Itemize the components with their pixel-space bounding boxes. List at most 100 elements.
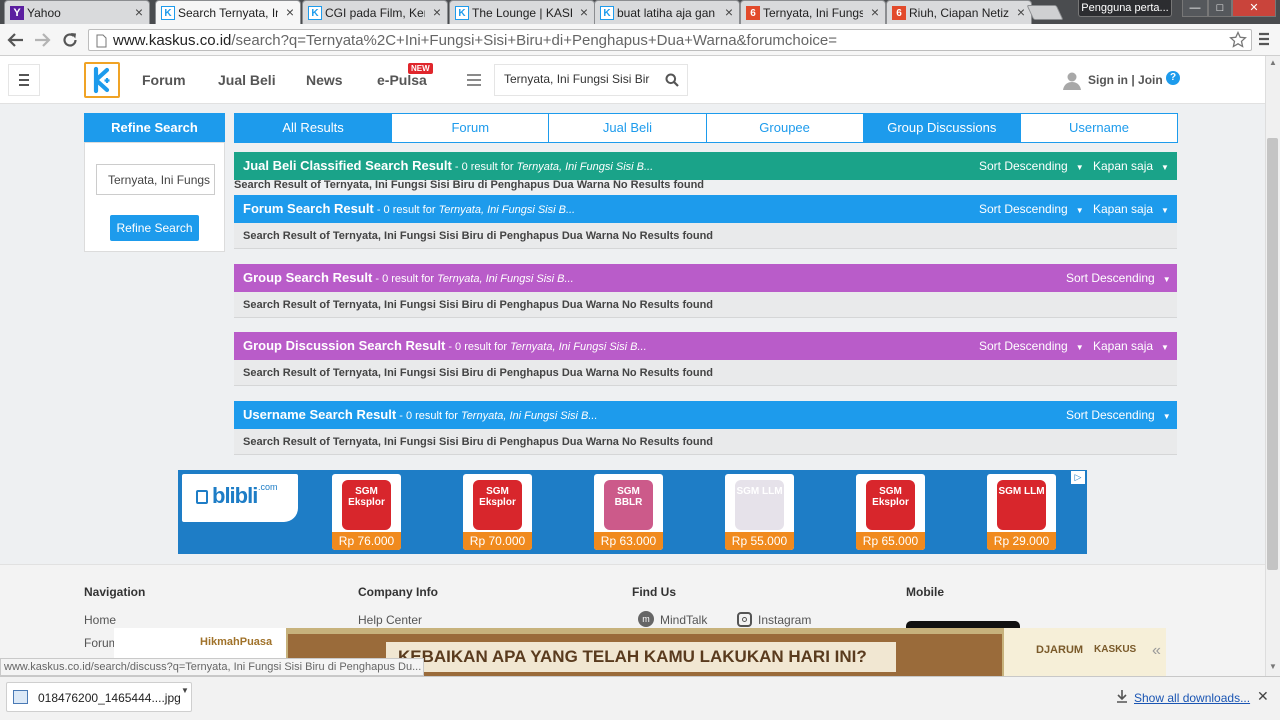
tab-close-icon[interactable]: × (580, 5, 588, 19)
bookmark-star-icon[interactable] (1229, 31, 1247, 49)
footer-home-link[interactable]: Home (84, 613, 116, 627)
section-query: Ternyata, Ini Fungsi Sisi B... (516, 161, 654, 173)
download-file-name: 018476200_1465444....jpg (38, 691, 181, 705)
footer-instagram-link[interactable]: Instagram (758, 613, 811, 627)
new-tab-button[interactable] (1026, 5, 1064, 20)
sort-dropdown[interactable]: Sort Descending ▼ (1066, 401, 1171, 431)
refine-search-input[interactable] (96, 164, 215, 195)
refine-search-title: Refine Search (84, 113, 225, 142)
close-downloads-icon[interactable]: ✕ (1257, 688, 1269, 705)
image-file-icon (13, 690, 28, 704)
forward-icon[interactable] (32, 31, 52, 49)
download-menu-chevron-icon[interactable]: ▼ (181, 686, 189, 695)
ad-info-icon[interactable]: ▷ (1071, 471, 1085, 484)
maximize-button[interactable]: □ (1208, 0, 1232, 17)
show-all-downloads-link[interactable]: Show all downloads... (1134, 691, 1250, 705)
tab-close-icon[interactable]: × (286, 5, 294, 19)
reload-icon[interactable] (60, 30, 80, 50)
chevron-down-icon: ▼ (1075, 343, 1084, 352)
site-search-box (494, 64, 688, 96)
site-search-input[interactable] (504, 72, 654, 86)
section-result-count: - 0 result for (445, 341, 511, 353)
sort-dropdown[interactable]: Sort Descending ▼ (1066, 264, 1171, 294)
back-icon[interactable] (6, 31, 26, 49)
kaskus-logo[interactable] (84, 62, 120, 98)
url-path: /search?q=Ternyata%2C+Ini+Fungsi+Sisi+Bi… (231, 32, 838, 49)
tab-close-icon[interactable]: × (1017, 5, 1025, 19)
section-query: Ternyata, Ini Fungsi Sisi B... (438, 204, 576, 216)
help-icon[interactable]: ? (1166, 71, 1180, 85)
browser-tab[interactable]: 6 Riuh, Ciapan Netiz × (886, 0, 1032, 24)
category-menu-icon[interactable] (456, 64, 494, 96)
nav-forum[interactable]: Forum (142, 72, 186, 88)
product-name: SGM LLM (736, 486, 783, 497)
scroll-up-arrow-icon[interactable]: ▲ (1269, 58, 1277, 67)
yahoo-icon: Y (10, 6, 24, 20)
browser-tab[interactable]: K CGI pada Film, Ken × (302, 0, 448, 24)
chevron-down-icon: ▼ (1161, 343, 1169, 352)
ad-product-card[interactable]: SGM Eksplor Rp 70.000 (463, 474, 532, 550)
result-tab[interactable]: All Results (234, 113, 393, 143)
close-window-button[interactable]: ✕ (1232, 0, 1276, 17)
time-filter-dropdown[interactable]: Kapan saja ▼ (1093, 195, 1169, 225)
no-results-message: Search Result of Ternyata, Ini Fungsi Si… (234, 223, 1177, 249)
footer-help-link[interactable]: Help Center (358, 613, 422, 627)
time-filter-dropdown[interactable]: Kapan saja ▼ (1093, 332, 1169, 362)
result-tab[interactable]: Groupee (705, 113, 864, 143)
tab-close-icon[interactable]: × (135, 5, 143, 19)
status-bar: www.kaskus.co.id/search/discuss?q=Ternya… (0, 658, 424, 676)
hamburger-menu-icon[interactable] (8, 64, 40, 96)
scrollbar-thumb[interactable] (1267, 138, 1278, 570)
chevron-down-icon: ▼ (1161, 206, 1169, 215)
ad-product-card[interactable]: SGM BBLR Rp 63.000 (594, 474, 663, 550)
time-filter-label: Kapan saja (1093, 202, 1154, 216)
search-icon[interactable] (665, 73, 679, 87)
sort-dropdown-label: Sort Descending (1066, 271, 1155, 285)
chevron-down-icon: ▼ (1075, 206, 1084, 215)
chrome-menu-icon[interactable] (1258, 31, 1270, 47)
browser-tab[interactable]: 6 Ternyata, Ini Fungs × (740, 0, 886, 24)
ad-product-card[interactable]: SGM Eksplor Rp 65.000 (856, 474, 925, 550)
nav-e-pulsa[interactable]: e-Pulsa (377, 72, 427, 88)
browser-tab[interactable]: K Search Ternyata, Ini × (155, 0, 301, 24)
browser-tab[interactable]: Y Yahoo × (4, 0, 150, 24)
result-tabs: All Results Forum Jual Beli Groupee Group Di… (234, 113, 1179, 143)
tab-close-icon[interactable]: × (871, 5, 879, 19)
refine-search-button[interactable]: Refine Search (110, 215, 199, 241)
url-host: www.kaskus.co.id (113, 32, 232, 49)
download-item[interactable]: 018476200_1465444....jpg ▼ (6, 682, 192, 712)
section-title: Forum Search Result (243, 201, 374, 216)
product-name: SGM BBLR (614, 486, 643, 508)
section-result-count: - 0 result for (373, 204, 439, 216)
user-profile-badge[interactable]: Pengguna perta... (1078, 0, 1172, 17)
nav-news[interactable]: News (306, 72, 343, 88)
footer-mindtalk-link[interactable]: MindTalk (660, 613, 707, 627)
sort-dropdown[interactable]: Sort Descending ▼ (979, 195, 1084, 225)
result-tab[interactable]: Jual Beli (548, 113, 707, 143)
tab-close-icon[interactable]: × (433, 5, 441, 19)
tab-close-icon[interactable]: × (725, 5, 733, 19)
result-tab[interactable]: Group Discussions (862, 113, 1021, 143)
browser-tab-label: Ternyata, Ini Fungs (763, 6, 863, 20)
scroll-down-arrow-icon[interactable]: ▼ (1269, 662, 1277, 671)
collapse-ad-icon[interactable]: « (1152, 642, 1161, 660)
result-tab[interactable]: Forum (391, 113, 550, 143)
minimize-button[interactable]: — (1182, 0, 1208, 17)
section-query: Ternyata, Ini Fungsi Sisi B... (437, 273, 574, 285)
section-query: Ternyata, Ini Fungsi Sisi B... (510, 341, 647, 353)
ad-product-card[interactable]: SGM LLM Rp 29.000 (987, 474, 1056, 550)
shopping-bag-icon (196, 490, 208, 504)
address-bar[interactable]: www.kaskus.co.id/search?q=Ternyata%2C+In… (88, 29, 1252, 51)
sign-in-join-link[interactable]: Sign in | Join (1088, 73, 1163, 87)
blibli-ad-banner[interactable]: blibli .com SGM Eksplor Rp 76.000 SGM Eksp… (178, 470, 1087, 554)
result-section-header: Username Search Result - 0 result for Te… (234, 401, 1177, 429)
ad-product-card[interactable]: SGM LLM Rp 55.000 (725, 474, 794, 550)
partner-kaskus-logo: KASKUS (1094, 644, 1137, 655)
ad-product-card[interactable]: SGM Eksplor Rp 76.000 (332, 474, 401, 550)
browser-tab[interactable]: Kbuat latiha aja gan × (594, 0, 740, 24)
browser-tab[interactable]: K The Lounge | KASK × (449, 0, 595, 24)
result-tab[interactable]: Username (1019, 113, 1179, 143)
nav-jual-beli[interactable]: Jual Beli (218, 72, 276, 88)
sort-dropdown[interactable]: Sort Descending ▼ (979, 332, 1084, 362)
product-image: SGM LLM (735, 480, 784, 530)
